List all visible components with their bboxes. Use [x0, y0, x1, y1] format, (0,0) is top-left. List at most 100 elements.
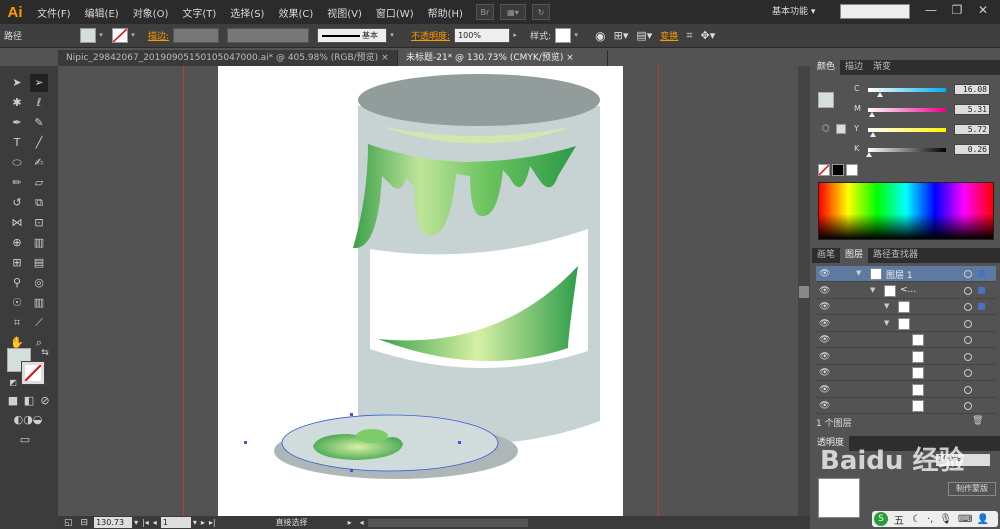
slider-track[interactable] [868, 148, 946, 152]
paint-puddle-small[interactable] [356, 429, 388, 443]
layer-row[interactable]: 👁 [816, 365, 996, 381]
prev-artboard-button[interactable]: ◂ [153, 518, 157, 527]
tab-gradient[interactable]: 渐变 [868, 60, 896, 75]
anchor-point-left[interactable] [244, 441, 247, 444]
pencil-tool-icon[interactable]: ✏ [8, 174, 26, 192]
opacity-dropdown[interactable]: ▸ [510, 28, 520, 43]
align-to-icon[interactable]: ▤▾ [632, 29, 656, 42]
drawing-modes-icon[interactable]: ◐◑◒ [10, 411, 46, 429]
eraser-tool-icon[interactable]: ▱ [30, 174, 48, 192]
screen-mode-icon[interactable]: ▭ [16, 431, 34, 449]
status-menu-arrow[interactable]: ▸ [348, 518, 352, 527]
eyedropper-tool-icon[interactable]: ⚲ [8, 274, 26, 292]
panel-menu-icon[interactable]: ✥▾ [697, 29, 720, 42]
artboard-tool-icon[interactable]: ⌗ [8, 314, 26, 332]
expand-arrow-icon[interactable]: ▼ [884, 302, 889, 310]
pen-tool-icon[interactable]: ✒ [8, 114, 26, 132]
type-tool-icon[interactable]: T [8, 134, 26, 152]
eye-icon[interactable]: 👁 [819, 269, 830, 279]
bridge-button[interactable]: Br [475, 4, 494, 20]
brush-definition-field[interactable]: 基本 [317, 28, 388, 43]
search-input[interactable] [840, 4, 910, 19]
screen-icon[interactable]: ⊟ [81, 518, 89, 528]
sync-icon[interactable]: ↻ [531, 4, 550, 20]
target-icon[interactable] [964, 303, 972, 311]
layer-row[interactable]: 👁 [816, 332, 996, 348]
stroke-swatch[interactable] [112, 28, 128, 43]
artboard-number-field[interactable]: 1 [160, 517, 191, 528]
selection-indicator[interactable] [978, 286, 985, 294]
layer-row[interactable]: 👁 ▼ <... [816, 283, 996, 299]
direct-selection-tool-icon[interactable]: ➢ [30, 74, 48, 92]
first-artboard-button[interactable]: |◂ [142, 518, 149, 527]
zoom-menu-icon[interactable]: ◱ [64, 518, 73, 528]
anchor-point-right[interactable] [458, 441, 461, 444]
graphic-style-swatch[interactable] [555, 28, 572, 43]
eye-icon[interactable]: 👁 [819, 319, 830, 329]
tab-document-untitled[interactable]: 未标题-21* @ 130.73% (CMYK/预览) × [398, 50, 608, 66]
artboard[interactable] [218, 66, 623, 516]
eye-icon[interactable]: 👁 [819, 385, 830, 395]
variable-width-field[interactable] [227, 28, 310, 43]
scroll-thumb[interactable] [799, 286, 809, 298]
width-tool-icon[interactable]: ⋈ [8, 214, 26, 232]
can-lid[interactable] [358, 74, 600, 126]
tab-brushes[interactable]: 画笔 [812, 248, 840, 263]
layer-row[interactable]: 👁 ▼ [816, 299, 996, 315]
symbol-sprayer-tool-icon[interactable]: ☉ [8, 294, 26, 312]
tab-close-icon[interactable]: × [381, 53, 389, 63]
out-of-gamut-swatch[interactable] [836, 124, 846, 134]
slider-handle[interactable] [865, 152, 872, 157]
default-colors-icon[interactable]: ◩ [4, 374, 22, 392]
align-icon[interactable]: ⊞▾ [610, 29, 633, 42]
maximize-button[interactable]: ❐ [946, 3, 968, 20]
horizontal-scrollbar[interactable] [367, 518, 528, 527]
vertical-scrollbar[interactable] [798, 66, 810, 516]
graphic-style-dropdown[interactable]: ▾ [571, 28, 581, 43]
eye-icon[interactable]: 👁 [819, 401, 830, 411]
eye-icon[interactable]: 👁 [819, 368, 830, 378]
slider-handle[interactable] [868, 112, 875, 117]
recolor-icon[interactable]: ◉ [591, 29, 609, 43]
layer-row[interactable]: 👁 [816, 382, 996, 398]
tab-color[interactable]: 颜色 [812, 60, 841, 75]
target-icon[interactable] [964, 319, 972, 328]
ellipse-tool-icon[interactable]: ⬭ [8, 154, 26, 172]
fill-dropdown[interactable]: ▾ [96, 28, 106, 43]
swap-colors-icon[interactable]: ⇆ [36, 344, 54, 362]
menu-file[interactable]: 文件(F) [30, 5, 78, 20]
target-icon[interactable] [964, 352, 972, 361]
blend-tool-icon[interactable]: ◎ [30, 274, 48, 292]
layer-row[interactable]: 👁 [816, 349, 996, 365]
shape-builder-tool-icon[interactable]: ⊕ [8, 234, 26, 252]
layer-row[interactable]: 👁 ▼ 图层 1 [816, 266, 996, 282]
isolate-icon[interactable]: ⌗ [682, 29, 696, 43]
slice-tool-icon[interactable]: ⟋ [30, 314, 48, 332]
menu-view[interactable]: 视图(V) [320, 5, 369, 20]
line-tool-icon[interactable]: ╱ [30, 134, 48, 152]
expand-arrow-icon[interactable]: ▼ [856, 269, 861, 277]
menu-window[interactable]: 窗口(W) [369, 5, 421, 20]
ime-mic-icon[interactable]: 🎙 [939, 514, 952, 525]
color-spectrum[interactable] [818, 182, 994, 240]
ime-punct-icon[interactable]: ·, [927, 514, 933, 525]
fill-swatch[interactable] [80, 28, 96, 43]
slider-k[interactable]: K 0.26 [854, 144, 994, 157]
perspective-grid-tool-icon[interactable]: ▥ [30, 234, 48, 252]
gradient-tool-icon[interactable]: ▤ [30, 254, 48, 272]
stroke-color-box[interactable] [21, 361, 45, 385]
paintbrush-tool-icon[interactable]: ✍ [30, 154, 48, 172]
none-mode-icon[interactable]: ⊘ [36, 392, 54, 410]
slider-y[interactable]: Y 5.72 [854, 124, 994, 137]
channel-value[interactable]: 0.26 [954, 144, 990, 155]
magic-wand-tool-icon[interactable]: ✱ [8, 94, 26, 112]
ime-moon-icon[interactable]: ☾ [912, 514, 921, 525]
slider-handle[interactable] [877, 92, 884, 97]
target-icon[interactable] [964, 286, 972, 295]
eye-icon[interactable]: 👁 [819, 286, 830, 296]
stroke-weight-field[interactable] [173, 28, 220, 43]
menu-effect[interactable]: 效果(C) [271, 5, 320, 20]
none-swatch[interactable] [818, 164, 830, 176]
menu-type[interactable]: 文字(T) [175, 5, 223, 20]
ime-toolbar[interactable]: S 五 ☾ ·, 🎙 ⌨ 👤 [872, 511, 998, 527]
